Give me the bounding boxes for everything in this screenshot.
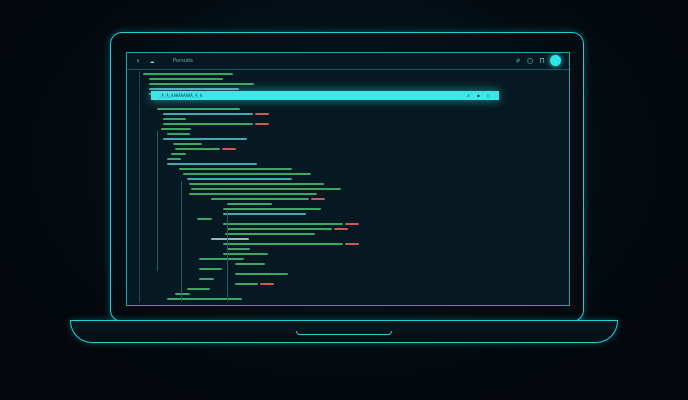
code-line (187, 288, 210, 290)
code-line (227, 203, 272, 205)
code-line (149, 78, 223, 80)
code-line (157, 108, 240, 110)
code-line (223, 243, 343, 245)
back-icon[interactable]: ‹ (133, 56, 143, 66)
code-line (189, 183, 324, 185)
code-line (171, 153, 186, 155)
cloud-icon[interactable]: ☁ (147, 56, 157, 66)
code-token (345, 243, 359, 245)
find-bar-text: _A_A_AAAAAAAAA_A_A (159, 93, 203, 98)
code-line (149, 83, 254, 85)
code-token (345, 223, 359, 225)
find-bar[interactable]: _A_A_AAAAAAAAA_A_A x ● ▢ (151, 91, 499, 100)
window-toolbar: ‹ ☁ Pursuits ⌕ ▢ ⊓ (127, 53, 569, 70)
code-line (183, 173, 311, 175)
code-token (310, 198, 325, 200)
code-line (173, 143, 202, 145)
code-line (149, 88, 239, 90)
code-line (225, 233, 315, 235)
code-token (255, 113, 269, 115)
avatar[interactable] (550, 55, 561, 66)
code-editor[interactable] (127, 71, 569, 305)
code-line (197, 218, 212, 220)
code-token (334, 228, 348, 230)
code-line (199, 258, 244, 260)
code-line (227, 248, 250, 250)
code-line (199, 278, 214, 280)
code-token (222, 148, 236, 150)
code-line (161, 128, 191, 130)
search-icon[interactable]: ⌕ (513, 56, 523, 66)
code-line (163, 118, 186, 120)
expand-icon[interactable]: ▢ (486, 93, 491, 98)
code-line (199, 268, 222, 270)
code-line (143, 73, 233, 75)
code-line (179, 168, 292, 170)
code-line (223, 223, 343, 225)
code-token (255, 123, 269, 125)
laptop-trackpad-notch (296, 331, 392, 335)
code-line (167, 133, 190, 135)
code-line (175, 293, 190, 295)
code-line (163, 123, 253, 125)
code-token (259, 283, 274, 285)
window-title: Pursuits (173, 58, 193, 64)
code-line (235, 263, 265, 265)
editor-screen: ‹ ☁ Pursuits ⌕ ▢ ⊓ _A_A_AAAAAAAAA_A_A x … (126, 52, 570, 306)
code-line (223, 253, 268, 255)
code-line (223, 208, 321, 210)
code-line (235, 283, 258, 285)
indent-guide (181, 181, 182, 301)
close-icon[interactable]: x (466, 93, 471, 98)
lock-icon[interactable]: ⊓ (537, 56, 547, 66)
code-line (211, 198, 309, 200)
code-line (167, 298, 242, 300)
code-line (235, 273, 288, 275)
code-line (167, 163, 257, 165)
indent-guide (227, 211, 228, 301)
code-line (227, 228, 332, 230)
code-line (175, 148, 220, 150)
code-line (223, 213, 306, 215)
code-line (163, 138, 247, 140)
code-line (187, 178, 292, 180)
document-icon[interactable]: ▢ (525, 56, 535, 66)
code-line (163, 113, 253, 115)
code-line (189, 193, 317, 195)
code-line (211, 238, 249, 240)
code-line (167, 158, 181, 160)
code-line (191, 188, 341, 190)
indent-guide (157, 131, 158, 271)
record-icon[interactable]: ● (476, 93, 481, 98)
